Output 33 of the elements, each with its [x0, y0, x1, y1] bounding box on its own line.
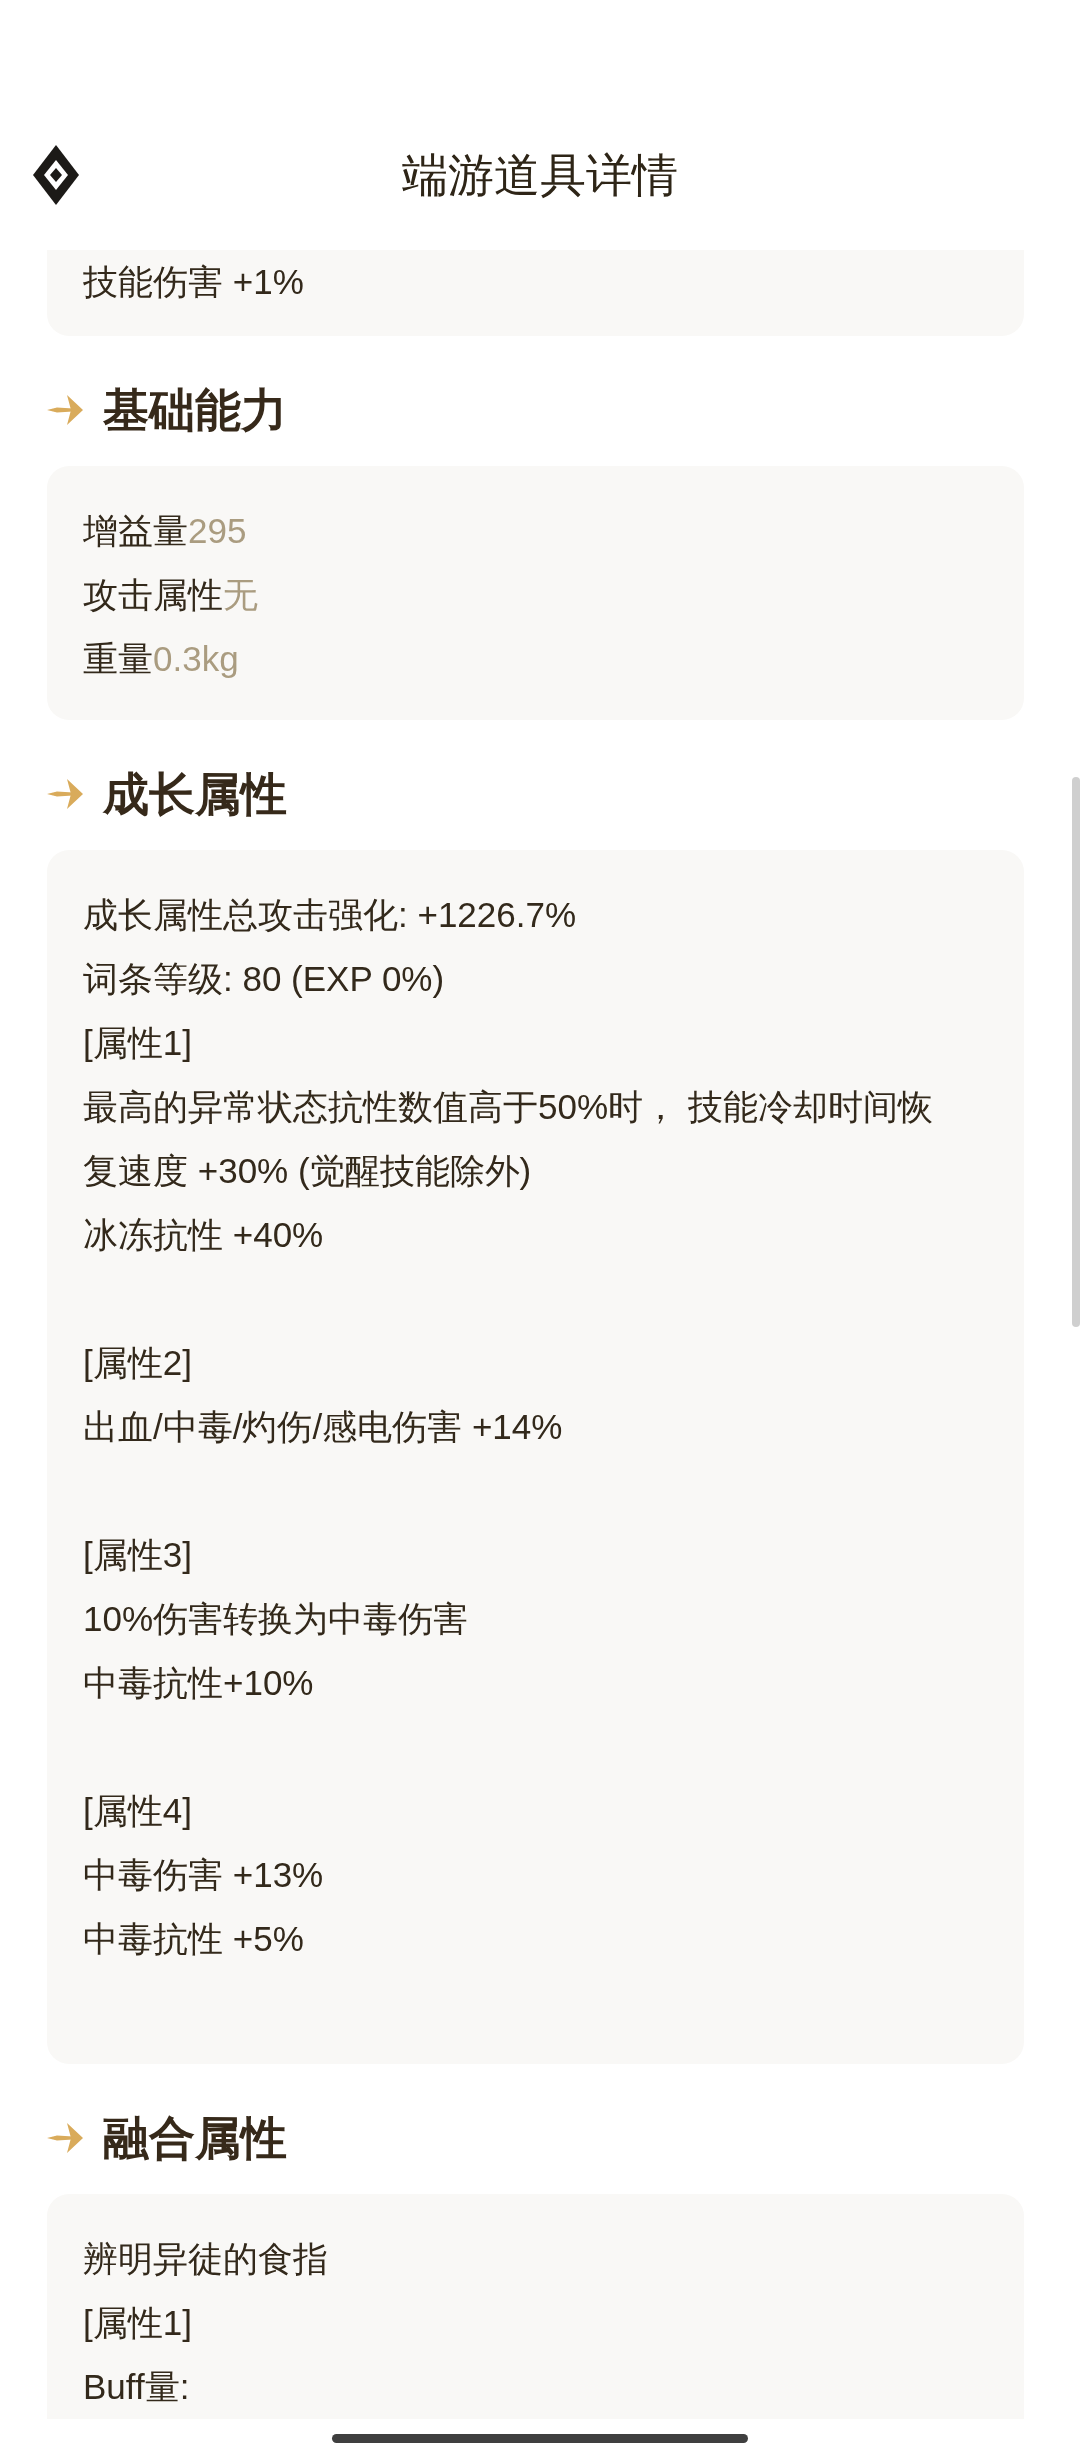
- info-text: [属性3]: [83, 1534, 193, 1576]
- section-heading: 融合属性: [103, 2111, 287, 2166]
- diamond-logo-icon: [33, 145, 79, 205]
- section-heading: 基础能力: [103, 383, 287, 438]
- scrollbar-thumb[interactable]: [1072, 777, 1080, 1327]
- info-text: 中毒抗性 +5%: [83, 1918, 305, 1960]
- info-text: 技能伤害 +1%: [83, 261, 305, 303]
- info-text: 10%伤害转换为中毒伤害: [83, 1598, 470, 1640]
- info-text: Buff量:: [83, 2366, 191, 2408]
- info-text: [属性1]: [83, 2302, 193, 2344]
- arrow-icon: [47, 393, 85, 427]
- stat-label: 增益量: [83, 511, 188, 550]
- info-text: 辨明异徒的食指: [83, 2238, 329, 2280]
- info-text: 中毒伤害 +13%: [83, 1854, 325, 1896]
- info-text: 中毒抗性+10%: [83, 1662, 315, 1704]
- stat-label: 攻击属性: [83, 575, 223, 614]
- arrow-icon: [47, 2121, 85, 2155]
- info-text: 最高的异常状态抗性数值高于50%时， 技能冷却时间恢复速度 +30% (觉醒技能除外): [83, 1086, 934, 1192]
- info-text: 冰冻抗性 +40%: [83, 1214, 325, 1256]
- info-text: [属性1]: [83, 1022, 193, 1064]
- info-text: 出血/中毒/灼伤/感电伤害 +14%: [83, 1406, 564, 1448]
- stat-label: 重量: [83, 639, 153, 678]
- home-indicator[interactable]: [332, 2434, 748, 2443]
- stat-value: 295: [188, 511, 247, 550]
- info-text: [属性2]: [83, 1342, 193, 1384]
- arrow-icon: [47, 777, 85, 811]
- page-title: 端游道具详情: [402, 148, 678, 203]
- stat-value: 0.3kg: [153, 639, 239, 678]
- info-text: 词条等级: 80 (EXP 0%): [83, 958, 446, 1000]
- info-text: [属性4]: [83, 1790, 193, 1832]
- info-text: 成长属性总攻击强化: +1226.7%: [83, 894, 578, 936]
- section-heading: 成长属性: [103, 767, 287, 822]
- stat-value: 无: [223, 575, 258, 614]
